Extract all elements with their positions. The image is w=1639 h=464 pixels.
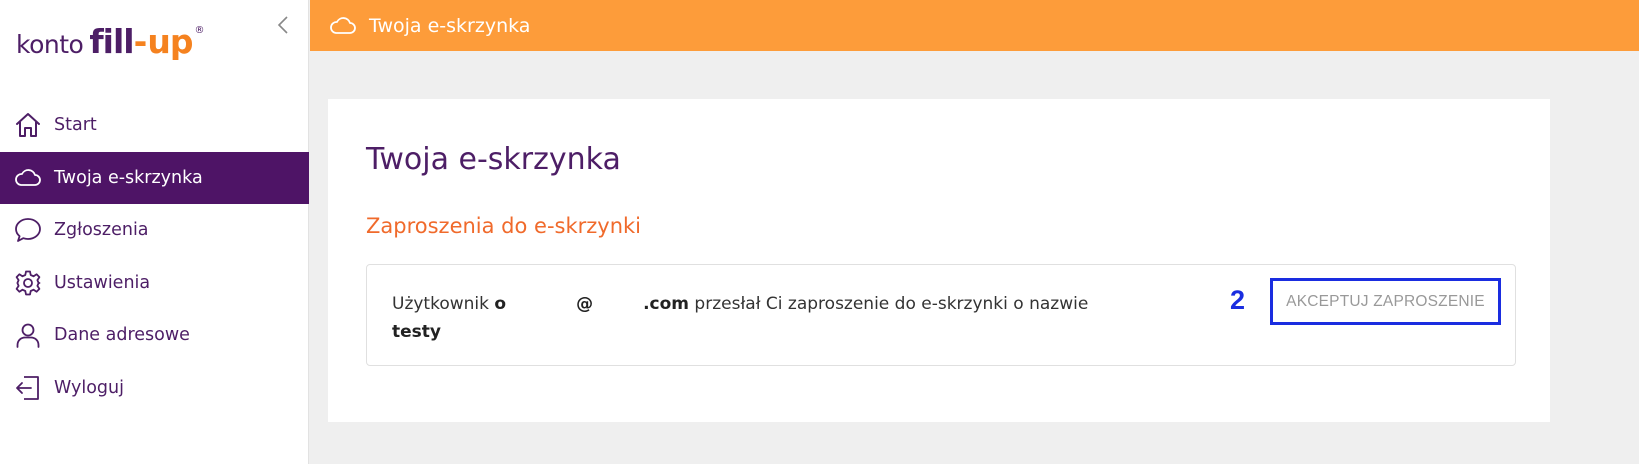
main-card: Twoja e-skrzynka Zaproszenia do e-skrzyn…	[328, 99, 1550, 422]
sidebar-item-label: Twoja e-skrzynka	[54, 167, 203, 188]
sidebar-item-start[interactable]: Start	[0, 99, 309, 152]
logo-registered-mark: ®	[194, 25, 205, 36]
invitation-email-domain: .com	[643, 294, 690, 314]
sidebar-item-label: Zgłoszenia	[54, 220, 149, 241]
cloud-icon	[14, 164, 42, 192]
home-icon	[14, 111, 42, 139]
invitation-mailbox-name: testy	[392, 322, 441, 342]
sidebar-item-label: Ustawienia	[54, 272, 151, 293]
section-title: Zaproszenia do e-skrzynki	[366, 214, 642, 238]
invitation-item: Użytkownik o @ .com przesłał Ci zaproszeni…	[366, 264, 1516, 366]
user-icon	[14, 321, 42, 349]
cloud-icon	[329, 12, 357, 40]
invitation-prefix: Użytkownik	[392, 294, 489, 314]
logo-up: up	[147, 22, 193, 61]
accept-invitation-button[interactable]: AKCEPTUJ ZAPROSZENIE	[1270, 278, 1501, 325]
sidebar-nav: Start Twoja e-skrzynka Zgłoszenia Ustawi…	[0, 99, 309, 414]
page-title: Twoja e-skrzynka	[366, 142, 621, 177]
sidebar-item-zgloszenia[interactable]: Zgłoszenia	[0, 204, 309, 257]
header-title: Twoja e-skrzynka	[369, 14, 531, 37]
sidebar-item-wyloguj[interactable]: Wyloguj	[0, 362, 309, 415]
chat-bubble-icon	[14, 216, 42, 244]
sidebar-item-dane-adresowe[interactable]: Dane adresowe	[0, 309, 309, 362]
collapse-sidebar-button[interactable]	[272, 14, 294, 40]
invitation-text: Użytkownik o @ .com przesłał Ci zaproszeni…	[392, 290, 1152, 346]
logo-fill: fill	[89, 22, 134, 61]
sidebar-item-label: Start	[54, 115, 97, 136]
logo-konto: konto	[16, 30, 84, 59]
logout-icon	[14, 374, 42, 402]
invitation-email-start: o	[494, 294, 507, 314]
app-logo[interactable]: konto fill - up ®	[16, 22, 204, 66]
top-header-bar: Twoja e-skrzynka	[310, 0, 1639, 51]
logo-dash: -	[133, 22, 148, 61]
step-number-annotation: 2	[1230, 285, 1246, 315]
gear-icon	[14, 269, 42, 297]
sidebar-item-ustawienia[interactable]: Ustawienia	[0, 257, 309, 310]
sidebar-item-label: Dane adresowe	[54, 325, 190, 346]
invitation-middle-text: przesłał Ci zaproszenie do e-skrzynki o …	[694, 294, 1089, 314]
chevron-left-icon	[277, 15, 289, 39]
sidebar-item-label: Wyloguj	[54, 377, 124, 398]
invitation-email-at: @	[576, 294, 594, 314]
sidebar: konto fill - up ® Start Twoja e-skrzynka Zg…	[0, 0, 309, 464]
sidebar-item-e-skrzynka[interactable]: Twoja e-skrzynka	[0, 151, 309, 204]
